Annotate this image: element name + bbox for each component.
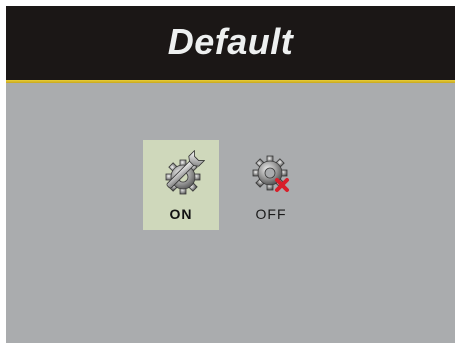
option-off-label: OFF xyxy=(255,206,287,222)
page-title: Default xyxy=(167,21,294,62)
gear-cross-icon xyxy=(252,155,289,192)
option-on-label: ON xyxy=(169,206,193,222)
option-off-button[interactable]: OFF xyxy=(233,140,309,230)
default-settings-screen: Default ON OFF xyxy=(6,6,455,343)
option-on-button[interactable]: ON xyxy=(143,140,219,230)
title-bar: Default xyxy=(6,6,455,80)
title-divider xyxy=(6,80,455,83)
gear-wrench-icon xyxy=(165,150,205,195)
